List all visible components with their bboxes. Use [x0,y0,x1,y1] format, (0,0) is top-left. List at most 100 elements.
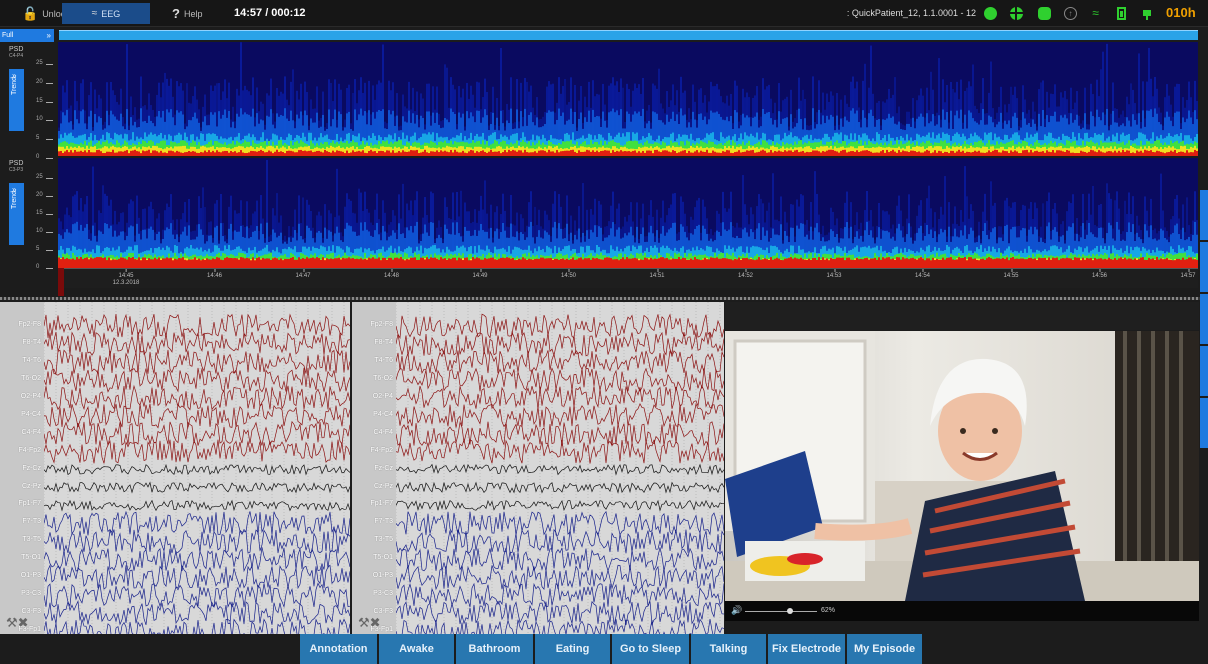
side-tab[interactable] [1200,294,1208,344]
channel-label: P4-C4 [21,410,41,418]
patient-video[interactable] [725,331,1199,601]
bathroom-button[interactable]: Bathroom [456,634,534,664]
y-tick-label: 0 [36,264,55,270]
eeg-trace-line [44,582,350,609]
network-icon [1010,7,1023,20]
speaker-icon[interactable]: 🔊 [731,605,742,616]
channel-label: C4-F4 [373,428,393,436]
eeg-trace-line [44,313,350,338]
psd-title-1: PSD [9,46,24,53]
eeg-panel-left[interactable]: Fp2-F8 F8-T4 T4-T6 T6-O2 O2-P4 P4-C4 C4-F4 F4-F… [0,302,350,634]
time-tick-label: 14:46 [206,269,223,279]
awake-button[interactable]: Awake [379,634,455,664]
eeg-trace-line [44,499,350,512]
annotation-button[interactable]: Annotation [300,634,378,664]
recording-status-icon [984,7,997,20]
close-icon[interactable]: ✖ [370,615,381,630]
globe-icon [1038,7,1051,20]
channel-label: O1-P3 [372,572,393,580]
channel-label: Fz-Cz [22,464,41,472]
channel-labels: Fp2-F8 F8-T4 T4-T6 T6-O2 O2-P4 P4-C4 C4-F4 F4-F… [352,302,396,634]
help-button[interactable]: ? Help [172,3,202,24]
fix-electrode-button[interactable]: Fix Electrode [768,634,846,664]
eeg-trace-line [44,384,350,411]
eeg-trace-line [396,499,724,512]
time-tick-label: 14:55 [1003,269,1019,279]
time-tick-label: 14:49 [472,269,488,279]
channel-label: O2-P4 [20,392,41,400]
eeg-trace-line [44,463,350,476]
channel-label: T6-O2 [21,374,41,382]
trend-tab-1[interactable]: » Trend [9,69,24,131]
time-tick-label: 14:47 [295,269,311,279]
power-plug-icon [1143,7,1151,20]
channel-label: F8-T4 [374,338,393,346]
side-tab[interactable] [1200,398,1208,448]
eeg-trace-line [396,438,724,464]
y-tick-label: 0 [36,154,55,160]
y-tick-label: 20 [36,192,53,198]
time-axis[interactable]: 14:45 12.3.2018 14:46 14:47 14:48 14:49 14:50 1… [58,268,1198,288]
time-tick-label: 14:54 [914,269,931,279]
psd-label-1: PSD C4-P4 [9,46,23,59]
eeg-trace-line [396,564,724,591]
video-controls: 🔊 62% [725,601,1199,621]
channel-label: Fp1-F7 [18,500,41,508]
eeg-panel-right[interactable]: Fp2-F8 F8-T4 T4-T6 T6-O2 O2-P4 P4-C4 C4-F4 F4-F… [352,302,724,634]
spectrogram-top[interactable] [58,42,1198,156]
channel-label: Cz-Pz [373,482,393,490]
go-to-sleep-button[interactable]: Go to Sleep [612,634,690,664]
my-episode-button[interactable]: My Episode [847,634,923,664]
recording-hours: 010h [1166,5,1196,20]
spectrogram-bottom[interactable] [58,158,1198,268]
channel-label: Fp1-F7 [370,500,393,508]
battery-icon [1117,7,1126,20]
channel-label: F4-Fp2 [370,446,393,454]
eeg-trace-line [396,618,724,634]
eeg-trace-line [44,618,350,634]
channel-label: T3-T5 [22,536,41,544]
trend-tab-label-1: Trend [11,76,18,95]
volume-slider[interactable] [745,611,817,612]
eeg-trace-line [396,481,724,494]
video-header [725,302,1199,330]
close-icon[interactable]: ✖ [18,615,29,630]
eeg-tools: ⚒✖ [358,615,381,631]
wrench-icon[interactable]: ⚒ [358,615,370,630]
time-tick-label: 14:56 [1091,269,1108,279]
side-tab[interactable] [1200,346,1208,396]
y-tick-label: 25 [36,174,53,180]
eeg-trace-line [44,481,350,494]
y-tick-label: 5 [36,246,55,252]
eeg-trace-line [44,600,350,626]
side-tab[interactable] [1200,242,1208,292]
timeline-cursor[interactable] [58,268,64,296]
eeg-trace-line [44,367,350,393]
talking-button[interactable]: Talking [691,634,767,664]
time-tick-label: 14:50 [560,269,577,279]
time-tick-label: 14:52 [737,269,754,279]
volume-knob[interactable] [786,608,793,614]
full-view-toggle[interactable]: Full » [0,29,54,42]
psd-montage-1: C4-P4 [9,53,24,59]
psd-label-2: PSD C3-P3 [9,160,23,173]
trend-tab-2[interactable]: » Trend [9,183,24,245]
y-tick-label: 15 [36,210,53,216]
eeg-trace-line [396,463,724,476]
timeline-progress-bar[interactable] [59,30,1198,40]
event-button-bar: Annotation Awake Bathroom Eating Go to S… [0,634,1208,664]
wrench-icon[interactable]: ⚒ [6,615,18,630]
channel-label: Fz-Cz [374,464,393,472]
padlock-icon: 🔓 [22,5,39,21]
top-toolbar: 🔓 Unlock ≈ EEG ? Help 14:57 / 000:12 : Q… [0,0,1208,27]
panel-splitter[interactable] [0,297,1208,300]
side-tab[interactable] [1200,190,1208,240]
question-icon: ? [172,6,180,21]
eating-button[interactable]: Eating [535,634,611,664]
psd-montage-2: C3-P3 [9,167,24,173]
eeg-tab-button[interactable]: ≈ EEG [62,3,150,24]
channel-label: T4-T6 [22,356,41,364]
help-label: Help [183,8,203,19]
time-tick-label: 14:57 [1180,269,1196,279]
eeg-trace-line [396,510,724,537]
